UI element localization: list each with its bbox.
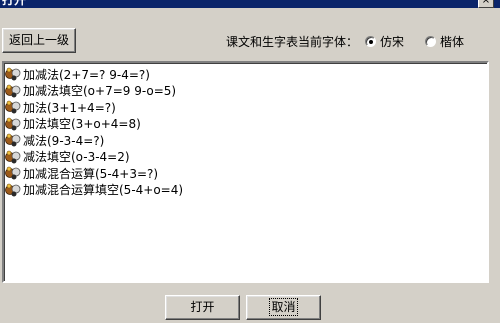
radio-kaiti[interactable]: 楷体 [425, 33, 464, 50]
cancel-button-label: 取消 [269, 298, 298, 316]
radio-fangsong-label: 仿宋 [380, 35, 405, 49]
open-button[interactable]: 打开 [165, 295, 240, 320]
list-item[interactable]: 加法(3+1+4=?) [5, 99, 487, 116]
list-item[interactable]: 加减混合运算填空(5-4+o=4) [5, 182, 487, 199]
list-item-label: 减法填空(o-3-4=2) [23, 150, 130, 165]
cancel-button[interactable]: 取消 [246, 295, 321, 320]
back-button[interactable]: 返回上一级 [2, 28, 76, 53]
list-item[interactable]: 加法填空(3+o+4=8) [5, 116, 487, 133]
list-item[interactable]: 加减混合运算(5-4+3=?) [5, 165, 487, 182]
list-item-label: 加法(3+1+4=?) [23, 100, 116, 115]
lesson-icon [5, 117, 21, 131]
list-item[interactable]: 加减法(2+7=? 9-4=?) [5, 66, 487, 83]
title-bar: 打开 × [0, 0, 500, 8]
list-item[interactable]: 加减法填空(o+7=9 9-o=5) [5, 83, 487, 100]
lesson-icon [5, 133, 21, 147]
list-item-label: 加减法(2+7=? 9-4=?) [23, 67, 150, 82]
radio-kaiti-label: 楷体 [440, 35, 465, 49]
lesson-icon [5, 84, 21, 98]
lesson-icon [5, 100, 21, 114]
list-item-label: 减法(9-3-4=?) [23, 133, 105, 148]
lesson-items: 加减法(2+7=? 9-4=?) 加减法填空(o+7=9 9-o=5) 加法(3… [4, 63, 487, 198]
list-item-label: 加法填空(3+o+4=8) [23, 117, 141, 132]
radio-fangsong-indicator[interactable] [365, 36, 376, 47]
list-item-label: 加减法填空(o+7=9 9-o=5) [23, 84, 177, 99]
radio-kaiti-indicator[interactable] [425, 36, 436, 47]
lesson-list[interactable]: 加减法(2+7=? 9-4=?) 加减法填空(o+7=9 9-o=5) 加法(3… [2, 61, 489, 283]
lesson-icon [5, 67, 21, 81]
close-button[interactable]: × [478, 0, 494, 8]
lesson-icon [5, 166, 21, 180]
list-item[interactable]: 减法填空(o-3-4=2) [5, 149, 487, 166]
font-setting-label: 课文和生字表当前字体： [226, 35, 359, 49]
lesson-icon [5, 183, 21, 197]
radio-fangsong[interactable]: 仿宋 [365, 33, 404, 50]
list-item-label: 加减混合运算(5-4+3=?) [23, 166, 159, 181]
window-title: 打开 [2, 0, 27, 7]
list-item[interactable]: 减法(9-3-4=?) [5, 132, 487, 149]
list-item-label: 加减混合运算填空(5-4+o=4) [23, 183, 184, 198]
lesson-icon [5, 150, 21, 164]
